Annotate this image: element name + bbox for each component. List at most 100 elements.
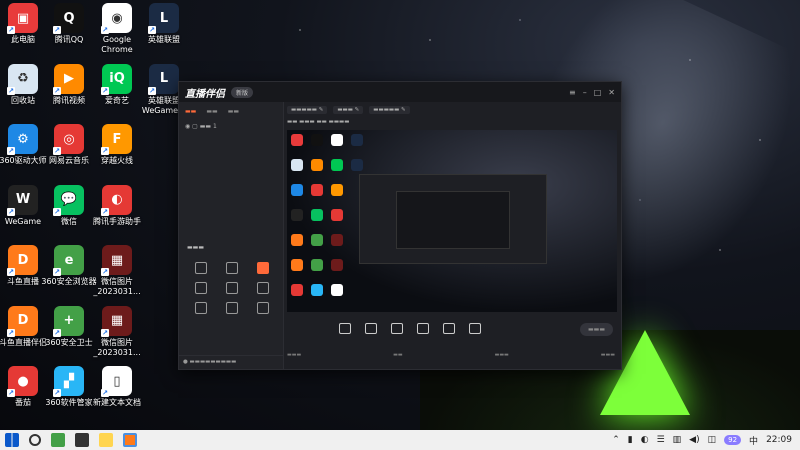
taskbar-app-icon[interactable] [51, 433, 65, 447]
taskbar: ⌃ ▮ ◐ ☰ ▥ ◀) ◫ 92 中 22:09 [0, 430, 800, 450]
app-icon: ◐ ↗ [101, 184, 132, 216]
tool-icon [225, 262, 238, 274]
app-icon: ▞ ↗ [53, 366, 84, 397]
app-icon: ▶ ↗ [53, 63, 84, 95]
version-pill[interactable]: 新版 [231, 86, 254, 98]
desktop-icon[interactable]: L ↗ 英雄联盟 [135, 3, 193, 45]
scene-row[interactable]: ◉ ▢ ▬▬ 1 [179, 121, 283, 132]
close-icon[interactable]: ✕ [608, 88, 615, 97]
preview-mini-icon [331, 284, 343, 296]
status-item: ▬▬▬ [600, 352, 615, 358]
start-stream-button[interactable]: ▬▬▬ [579, 322, 613, 336]
preview-mini-icon [291, 284, 303, 296]
preview-mini-icon [331, 234, 343, 246]
nested-preview-inner [396, 191, 510, 249]
app-icon: F ↗ [101, 124, 132, 155]
tool-item[interactable] [248, 302, 279, 316]
app-icon: ⚙ ↗ [7, 124, 38, 155]
desktop-icon-label: 穿越火线 [101, 156, 133, 165]
stream-title-field[interactable]: ▬▬▬▬▬ ✎ [287, 106, 328, 114]
tray-icon[interactable]: ◐ [641, 435, 649, 445]
shortcut-arrow-icon: ↗ [101, 147, 109, 155]
source-button[interactable] [443, 322, 455, 336]
desktop-icon[interactable]: ▦ ↗ 微信图片_2023031... [88, 245, 146, 297]
shortcut-arrow-icon: ↗ [53, 147, 61, 155]
windows-start-icon[interactable] [5, 433, 19, 447]
taskbar-app-icon[interactable] [75, 433, 89, 447]
app-icon: ◎ ↗ [53, 124, 84, 155]
source-button[interactable] [417, 322, 429, 336]
shortcut-arrow-icon: ↗ [148, 86, 156, 95]
tool-item[interactable] [216, 262, 247, 276]
source-button[interactable] [391, 322, 403, 336]
search-icon[interactable] [29, 434, 41, 446]
tool-item[interactable] [216, 282, 247, 296]
sidebar-notice[interactable]: ● ▬▬▬▬▬▬▬▬▬ [179, 355, 283, 369]
announcement-field[interactable]: ▬▬▬▬▬ ✎ [369, 106, 410, 114]
preview-mini-icon [311, 284, 323, 296]
desktop-icon[interactable]: ▦ ↗ 微信图片_2023031... [88, 305, 146, 358]
chevron-up-icon[interactable]: ⌃ [612, 435, 620, 445]
volume-icon[interactable]: ◀) [689, 435, 699, 445]
preview-mini-icon [351, 134, 363, 146]
tray-icon[interactable]: ▮ [628, 435, 633, 445]
menu-icon[interactable]: ≡ [569, 88, 576, 97]
source-button[interactable] [339, 322, 351, 336]
app-icon: ▦ ↗ [101, 245, 132, 276]
app-icon: ▯ ↗ [101, 366, 132, 397]
phone-icon [391, 322, 403, 334]
tab-3[interactable]: ▬▬ [228, 108, 239, 115]
toolbox-title: ▬▬▬ [187, 244, 205, 251]
shortcut-arrow-icon: ↗ [101, 26, 109, 34]
shortcut-arrow-icon: ↗ [53, 389, 61, 397]
preview-mini-icon [331, 159, 343, 171]
tool-item[interactable] [216, 302, 247, 316]
stream-preview[interactable] [287, 130, 617, 312]
notification-badge[interactable]: 92 [724, 435, 742, 445]
app-icon: ▦ ↗ [101, 305, 132, 337]
desktop-icon[interactable]: ◐ ↗ 腾讯手游助手 [88, 184, 146, 227]
app-icon: iQ ↗ [101, 63, 132, 95]
tool-item[interactable] [248, 282, 279, 296]
shortcut-arrow-icon: ↗ [148, 26, 156, 34]
preview-mini-icon [311, 259, 323, 271]
streaming-app-window: 直播伴侣 新版 ≡ – □ ✕ ▬▬ ▬▬ ▬▬ ◉ ▢ ▬▬ 1 ▬▬▬ ● … [178, 81, 622, 370]
category-field[interactable]: ▬▬▬ ✎ [333, 106, 364, 114]
input-method-icon[interactable]: 中 [749, 434, 758, 447]
tab-2[interactable]: ▬▬ [206, 108, 217, 115]
desktop-icon-label: 英雄联盟 [148, 35, 180, 44]
status-item: ▬▬▬ [494, 352, 509, 358]
tool-item[interactable] [248, 262, 279, 276]
network-icon[interactable]: ▥ [673, 435, 682, 445]
desktop-icon[interactable]: F ↗ 穿越火线 [88, 124, 146, 166]
tab-scene[interactable]: ▬▬ [185, 108, 196, 115]
tray-icon[interactable]: ☰ [657, 435, 665, 445]
source-button[interactable] [469, 322, 481, 336]
maximize-icon[interactable]: □ [594, 88, 602, 97]
app-icon: D ↗ [7, 305, 38, 337]
shortcut-arrow-icon: ↗ [101, 86, 109, 95]
taskbar-app-icon[interactable] [99, 433, 113, 447]
tool-item[interactable] [185, 302, 216, 316]
preview-mini-icon [291, 259, 303, 271]
app-logo: 直播伴侣 [185, 88, 225, 100]
clock[interactable]: 22:09 [766, 435, 792, 445]
minimize-icon[interactable]: – [583, 88, 587, 97]
taskbar-app-icon[interactable] [123, 433, 137, 447]
tray-icon[interactable]: ◫ [708, 435, 717, 445]
source-button[interactable] [365, 322, 377, 336]
preview-mini-icon [331, 209, 343, 221]
desktop-icon[interactable]: ▯ ↗ 新建文本文档 [88, 366, 146, 408]
preview-mini-icon [291, 134, 303, 146]
status-item: ▬▬▬ [287, 352, 302, 358]
preview-mini-icon [311, 234, 323, 246]
tool-item[interactable] [185, 262, 216, 276]
preview-mini-icon [351, 159, 363, 171]
preview-mini-icon [311, 209, 323, 221]
tool-item[interactable] [185, 282, 216, 296]
screen-icon [339, 322, 351, 334]
preview-mini-icon [311, 159, 323, 171]
tool-icon [194, 302, 207, 314]
app-icon: ▣ ↗ [7, 3, 38, 34]
mic-icon [443, 322, 455, 334]
